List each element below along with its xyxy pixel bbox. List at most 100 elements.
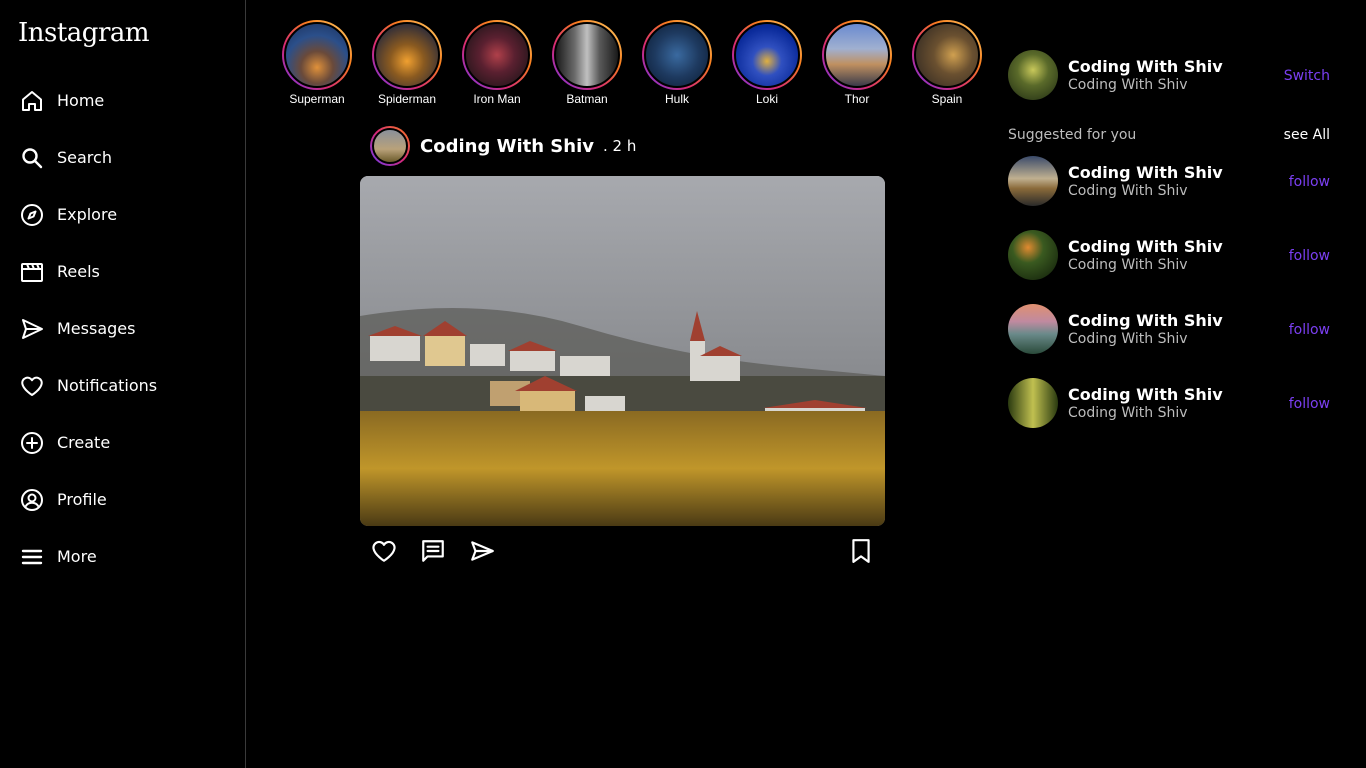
avatar[interactable] (1008, 230, 1058, 280)
story-image (644, 22, 710, 88)
sidebar-item-messages[interactable]: Messages (0, 300, 246, 357)
sidebar: Instagram Home Search Explore Reels Mess… (0, 0, 246, 768)
sidebar-item-label: Create (57, 433, 111, 452)
story-ring (732, 20, 802, 90)
username[interactable]: Coding With Shiv (1068, 237, 1223, 256)
send-icon (22, 318, 43, 339)
compass-icon (21, 203, 43, 226)
home-icon (22, 90, 42, 111)
user-subtitle: Coding With Shiv (1068, 405, 1188, 421)
post-header: Coding With Shiv . 2 h (360, 126, 885, 166)
story-image (824, 22, 890, 88)
username[interactable]: Coding With Shiv (1068, 385, 1223, 404)
story-ring (912, 20, 982, 90)
story-ring (822, 20, 892, 90)
username[interactable]: Coding With Shiv (1068, 57, 1223, 76)
sidebar-item-home[interactable]: Home (0, 72, 246, 129)
user-subtitle: Coding With Shiv (1068, 331, 1188, 347)
sidebar-item-label: Profile (57, 490, 107, 509)
user-info: Coding With Shiv Coding With Shiv (1068, 163, 1223, 199)
heart-icon[interactable] (371, 538, 397, 564)
user-info: Coding With Shiv Coding With Shiv (1068, 57, 1223, 93)
story-ring (372, 20, 442, 90)
username[interactable]: Coding With Shiv (1068, 163, 1223, 182)
story-name: Spain (931, 92, 963, 106)
follow-button[interactable]: follow (1289, 248, 1330, 264)
story-item[interactable]: Thor (812, 20, 902, 106)
stories-bar: Superman Spiderman Iron Man Batman Hulk … (272, 20, 992, 106)
user-info: Coding With Shiv Coding With Shiv (1068, 237, 1223, 273)
sidebar-item-label: Home (57, 91, 105, 110)
story-name: Batman (566, 92, 608, 106)
user-info: Coding With Shiv Coding With Shiv (1068, 311, 1223, 347)
avatar[interactable] (1008, 50, 1058, 100)
story-ring (552, 20, 622, 90)
comment-icon[interactable] (420, 538, 446, 564)
user-subtitle: Coding With Shiv (1068, 257, 1188, 273)
plus-circle-icon (21, 431, 43, 454)
story-name: Hulk (664, 92, 689, 106)
story-item[interactable]: Loki (722, 20, 812, 106)
menu-icon (21, 549, 43, 564)
suggestion-item: Coding With Shiv Coding With Shiv follow (1008, 304, 1330, 354)
suggestions-title: Suggested for you (1008, 127, 1137, 143)
story-name: Spiderman (377, 92, 437, 106)
sidebar-item-more[interactable]: More (0, 528, 246, 585)
follow-button[interactable]: follow (1289, 322, 1330, 338)
follow-button[interactable]: follow (1289, 174, 1330, 190)
suggestions-list: Coding With Shiv Coding With Shiv follow… (1008, 156, 1330, 428)
avatar[interactable] (1008, 378, 1058, 428)
switch-button[interactable]: Switch (1284, 68, 1330, 84)
sidebar-nav: Home Search Explore Reels Messages Notif… (0, 72, 246, 585)
story-image (734, 22, 800, 88)
story-item[interactable]: Spain (902, 20, 992, 106)
story-item[interactable]: Spiderman (362, 20, 452, 106)
see-all-button[interactable]: see All (1284, 127, 1330, 145)
suggestion-item: Coding With Shiv Coding With Shiv follow (1008, 230, 1330, 280)
story-image (914, 22, 980, 88)
sidebar-item-reels[interactable]: Reels (0, 243, 246, 300)
story-image (554, 22, 620, 88)
app-logo[interactable]: Instagram (18, 18, 150, 48)
sidebar-item-create[interactable]: Create (0, 414, 246, 471)
story-ring (282, 20, 352, 90)
story-item[interactable]: Batman (542, 20, 632, 106)
avatar-image (372, 128, 408, 164)
sidebar-item-notifications[interactable]: Notifications (0, 357, 246, 414)
sidebar-item-label: Explore (57, 205, 118, 224)
feed-post: Coding With Shiv . 2 h (360, 126, 885, 576)
user-info: Coding With Shiv Coding With Shiv (1068, 385, 1223, 421)
sidebar-item-label: Search (57, 148, 112, 167)
story-image (464, 22, 530, 88)
follow-button[interactable]: follow (1289, 396, 1330, 412)
sidebar-item-search[interactable]: Search (0, 129, 246, 186)
story-item[interactable]: Hulk (632, 20, 722, 106)
heart-icon (21, 376, 43, 396)
story-image (374, 22, 440, 88)
avatar[interactable] (370, 126, 410, 166)
suggestion-item: Coding With Shiv Coding With Shiv follow (1008, 378, 1330, 428)
story-name: Loki (755, 92, 778, 106)
avatar[interactable] (1008, 304, 1058, 354)
sidebar-item-label: Messages (57, 319, 136, 338)
username[interactable]: Coding With Shiv (1068, 311, 1223, 330)
post-username[interactable]: Coding With Shiv (420, 136, 594, 157)
sidebar-item-label: More (57, 547, 97, 566)
bookmark-icon[interactable] (848, 538, 874, 564)
post-image[interactable] (360, 176, 885, 526)
story-name: Iron Man (473, 92, 521, 106)
user-subtitle: Coding With Shiv (1068, 183, 1188, 199)
story-item[interactable]: Iron Man (452, 20, 542, 106)
story-ring (642, 20, 712, 90)
send-icon[interactable] (469, 538, 495, 564)
sidebar-item-explore[interactable]: Explore (0, 186, 246, 243)
post-actions (360, 526, 885, 576)
avatar[interactable] (1008, 156, 1058, 206)
sidebar-item-label: Notifications (57, 376, 158, 395)
story-image (284, 22, 350, 88)
story-item[interactable]: Superman (272, 20, 362, 106)
sidebar-item-label: Reels (57, 262, 100, 281)
current-user: Coding With Shiv Coding With Shiv Switch (1008, 50, 1330, 100)
sidebar-item-profile[interactable]: Profile (0, 471, 246, 528)
right-panel: Coding With Shiv Coding With Shiv Switch… (1008, 50, 1330, 452)
